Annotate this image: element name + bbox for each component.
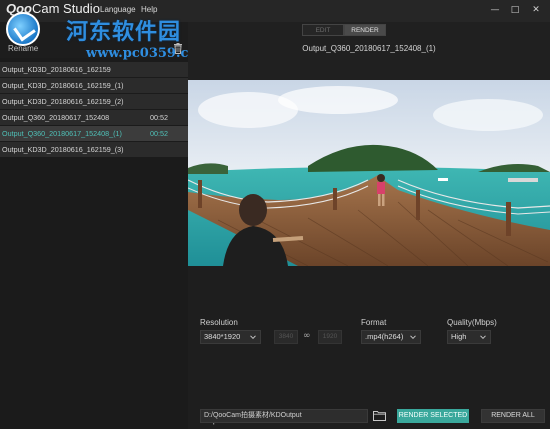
resolution-label: Resolution — [200, 318, 238, 327]
watermark-logo-icon — [6, 12, 40, 46]
chevron-down-icon — [410, 335, 416, 340]
render-view: EDIT RENDER Output_Q360_20180617_152408_… — [188, 22, 550, 429]
file-name: Output_KD3D_20180616_162159 — [2, 65, 111, 74]
format-label: Format — [361, 318, 387, 327]
width-input[interactable]: 3840 — [274, 330, 298, 344]
file-list: Output_KD3D_20180616_162159 Output_KD3D_2… — [0, 62, 188, 158]
file-list-item[interactable]: Output_Q360_20180617_152408 00:52 — [0, 110, 188, 125]
file-list-item[interactable]: Output_KD3D_20180616_162159 — [0, 62, 188, 77]
format-select[interactable]: .mp4(h264) — [361, 330, 421, 344]
menu-language[interactable]: Language — [100, 5, 136, 14]
maximize-icon[interactable]: □ — [506, 2, 524, 18]
resolution-select[interactable]: 3840*1920 — [200, 330, 261, 344]
video-preview[interactable] — [188, 80, 550, 266]
minimize-icon[interactable]: — — [486, 2, 504, 18]
file-panel: Rename Output_KD3D_20180616_162159 Output… — [0, 22, 188, 429]
quality-value: High — [451, 332, 467, 341]
tab-edit[interactable]: EDIT — [302, 24, 344, 36]
file-list-item[interactable]: Output_KD3D_20180616_162159_(3) — [0, 142, 188, 157]
file-name: Output_Q360_20180617_152408 — [2, 113, 110, 122]
resolution-value: 3840*1920 — [204, 332, 241, 341]
chevron-down-icon — [480, 335, 486, 340]
watermark-url: www.pc0359.cn — [86, 46, 198, 61]
chevron-down-icon — [250, 335, 256, 340]
file-list-item[interactable]: Output_KD3D_20180616_162159_(1) — [0, 78, 188, 93]
video-title: Output_Q360_20180617_152408_(1) — [302, 44, 436, 53]
file-duration: 00:52 — [150, 129, 168, 138]
file-list-item[interactable]: Output_KD3D_20180616_162159_(2) — [0, 94, 188, 109]
mode-tabs: EDIT RENDER — [302, 24, 386, 36]
link-icon[interactable]: ∞ — [303, 331, 311, 341]
close-icon[interactable]: ✕ — [527, 2, 545, 18]
file-name: Output_KD3D_20180616_162159_(2) — [2, 97, 124, 106]
file-duration: 00:52 — [150, 113, 168, 122]
folder-icon[interactable] — [373, 410, 386, 421]
file-name: Output_KD3D_20180616_162159_(3) — [2, 145, 124, 154]
file-list-item[interactable]: Output_Q360_20180617_152408_(1) 00:52 — [0, 126, 188, 141]
file-name: Output_Q360_20180617_152408_(1) — [2, 129, 122, 138]
file-name: Output_KD3D_20180616_162159_(1) — [2, 81, 124, 90]
format-value: .mp4(h264) — [365, 332, 404, 341]
menu-help[interactable]: Help — [141, 5, 157, 14]
quality-select[interactable]: High — [447, 330, 491, 344]
watermark-title: 河东软件园 — [66, 20, 182, 45]
tab-render[interactable]: RENDER — [344, 24, 386, 36]
render-selected-button[interactable]: RENDER SELECTED — [397, 409, 469, 423]
output-path-field[interactable]: D:/QooCam拍摄素材/KDOutput — [200, 409, 368, 423]
render-settings: Resolution 3840*1920 3840 ∞ 1920 Format … — [188, 266, 550, 429]
quality-label: Quality(Mbps) — [447, 318, 497, 327]
render-all-button[interactable]: RENDER ALL — [481, 409, 545, 423]
height-input[interactable]: 1920 — [318, 330, 342, 344]
